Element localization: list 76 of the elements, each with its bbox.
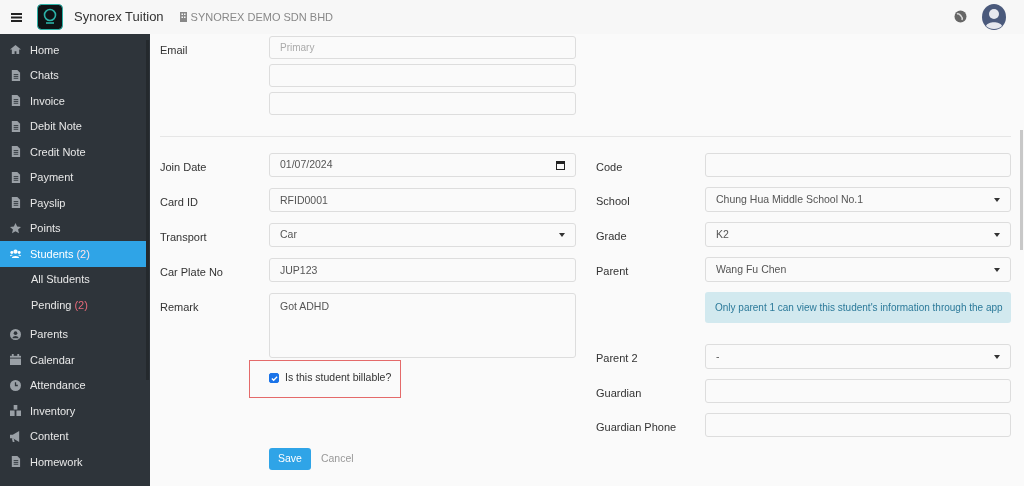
field-label: Transport bbox=[160, 230, 208, 245]
app-name: Synorex Tuition bbox=[74, 8, 164, 27]
caret-icon bbox=[559, 233, 565, 237]
calendar-icon bbox=[10, 354, 21, 366]
field-label: Remark bbox=[160, 300, 200, 315]
field-label: Guardian bbox=[596, 386, 643, 401]
select-field[interactable]: Chung Hua Middle School No.1 bbox=[705, 187, 1011, 212]
megaphone-icon bbox=[10, 430, 21, 442]
input-field[interactable] bbox=[269, 64, 576, 87]
document-icon bbox=[10, 456, 21, 468]
document-icon bbox=[10, 69, 21, 81]
calendar-icon bbox=[556, 160, 565, 170]
document-icon bbox=[10, 120, 21, 132]
clock-icon bbox=[10, 379, 21, 391]
check-icon bbox=[270, 374, 278, 382]
input-field[interactable] bbox=[705, 413, 1011, 437]
sidebar-item[interactable]: Parents bbox=[0, 321, 146, 347]
input-field[interactable]: RFID0001 bbox=[269, 188, 576, 212]
globe-icon[interactable] bbox=[954, 10, 967, 23]
input-field[interactable]: Primary bbox=[269, 36, 576, 59]
input-field[interactable] bbox=[705, 153, 1011, 177]
building-icon bbox=[179, 12, 187, 22]
sidebar-item[interactable]: Points bbox=[0, 215, 146, 241]
input-field[interactable] bbox=[269, 92, 576, 115]
select-field[interactable]: K2 bbox=[705, 222, 1011, 247]
text-area[interactable]: Got ADHD bbox=[269, 293, 576, 358]
sidebar-item[interactable]: Homework bbox=[0, 449, 146, 475]
field-label: Email bbox=[160, 43, 189, 58]
company-name: SYNOREX DEMO SDN BHD bbox=[190, 9, 334, 25]
sidebar-item[interactable]: Content bbox=[0, 423, 146, 449]
sidebar-item[interactable]: Calendar bbox=[0, 347, 146, 373]
field-label: Parent bbox=[596, 264, 630, 279]
caret-icon bbox=[994, 354, 1000, 359]
document-icon bbox=[10, 197, 21, 209]
field-label: Grade bbox=[596, 229, 628, 244]
select-field[interactable]: - bbox=[705, 344, 1011, 369]
users-icon bbox=[10, 248, 21, 260]
select-field[interactable]: Car bbox=[269, 223, 576, 247]
sidebar-item[interactable]: Inventory bbox=[0, 398, 146, 424]
sidebar-item[interactable]: Payment bbox=[0, 164, 146, 190]
sidebar-item[interactable]: Credit Note bbox=[0, 139, 146, 165]
caret-icon bbox=[994, 267, 1000, 272]
checkbox[interactable] bbox=[269, 373, 279, 383]
sidebar-item[interactable]: Payslip bbox=[0, 190, 146, 216]
sidebar-item[interactable]: Chats bbox=[0, 62, 146, 88]
info-alert: Only parent 1 can view this student's information through the app bbox=[705, 292, 1011, 323]
caret-icon bbox=[994, 197, 1000, 202]
field-label: Card ID bbox=[160, 195, 199, 210]
sidebar-item[interactable]: Invoice bbox=[0, 88, 146, 114]
boxes-icon bbox=[10, 405, 21, 417]
field-label: Guardian Phone bbox=[596, 420, 678, 435]
sidebar-subitem[interactable]: All Students bbox=[0, 266, 150, 292]
field-label: Parent 2 bbox=[596, 351, 639, 366]
caret-icon bbox=[994, 232, 1000, 237]
user-icon bbox=[10, 328, 21, 340]
sidebar-item[interactable]: Attendance bbox=[0, 372, 146, 398]
document-icon bbox=[10, 171, 21, 183]
home-icon bbox=[10, 44, 21, 56]
checkbox-label[interactable]: Is this student billable? bbox=[285, 370, 392, 386]
sidebar-item[interactable]: Debit Note bbox=[0, 113, 146, 139]
date-field[interactable]: 01/07/2024 bbox=[269, 153, 576, 177]
document-icon bbox=[10, 95, 21, 107]
logo-icon bbox=[37, 4, 63, 30]
input-field[interactable] bbox=[705, 379, 1011, 403]
input-field[interactable]: JUP123 bbox=[269, 258, 576, 282]
star-icon bbox=[10, 222, 21, 234]
menu-icon[interactable] bbox=[11, 12, 22, 22]
field-label: Car Plate No bbox=[160, 265, 224, 280]
avatar-icon[interactable] bbox=[982, 4, 1006, 30]
field-label: Join Date bbox=[160, 160, 208, 175]
field-label: School bbox=[596, 194, 631, 209]
sidebar-item[interactable]: Home bbox=[0, 37, 146, 63]
sidebar-subitem[interactable]: Pending (2) bbox=[0, 292, 150, 318]
field-label: Code bbox=[596, 160, 624, 175]
document-icon bbox=[10, 146, 21, 158]
select-field[interactable]: Wang Fu Chen bbox=[705, 257, 1011, 282]
